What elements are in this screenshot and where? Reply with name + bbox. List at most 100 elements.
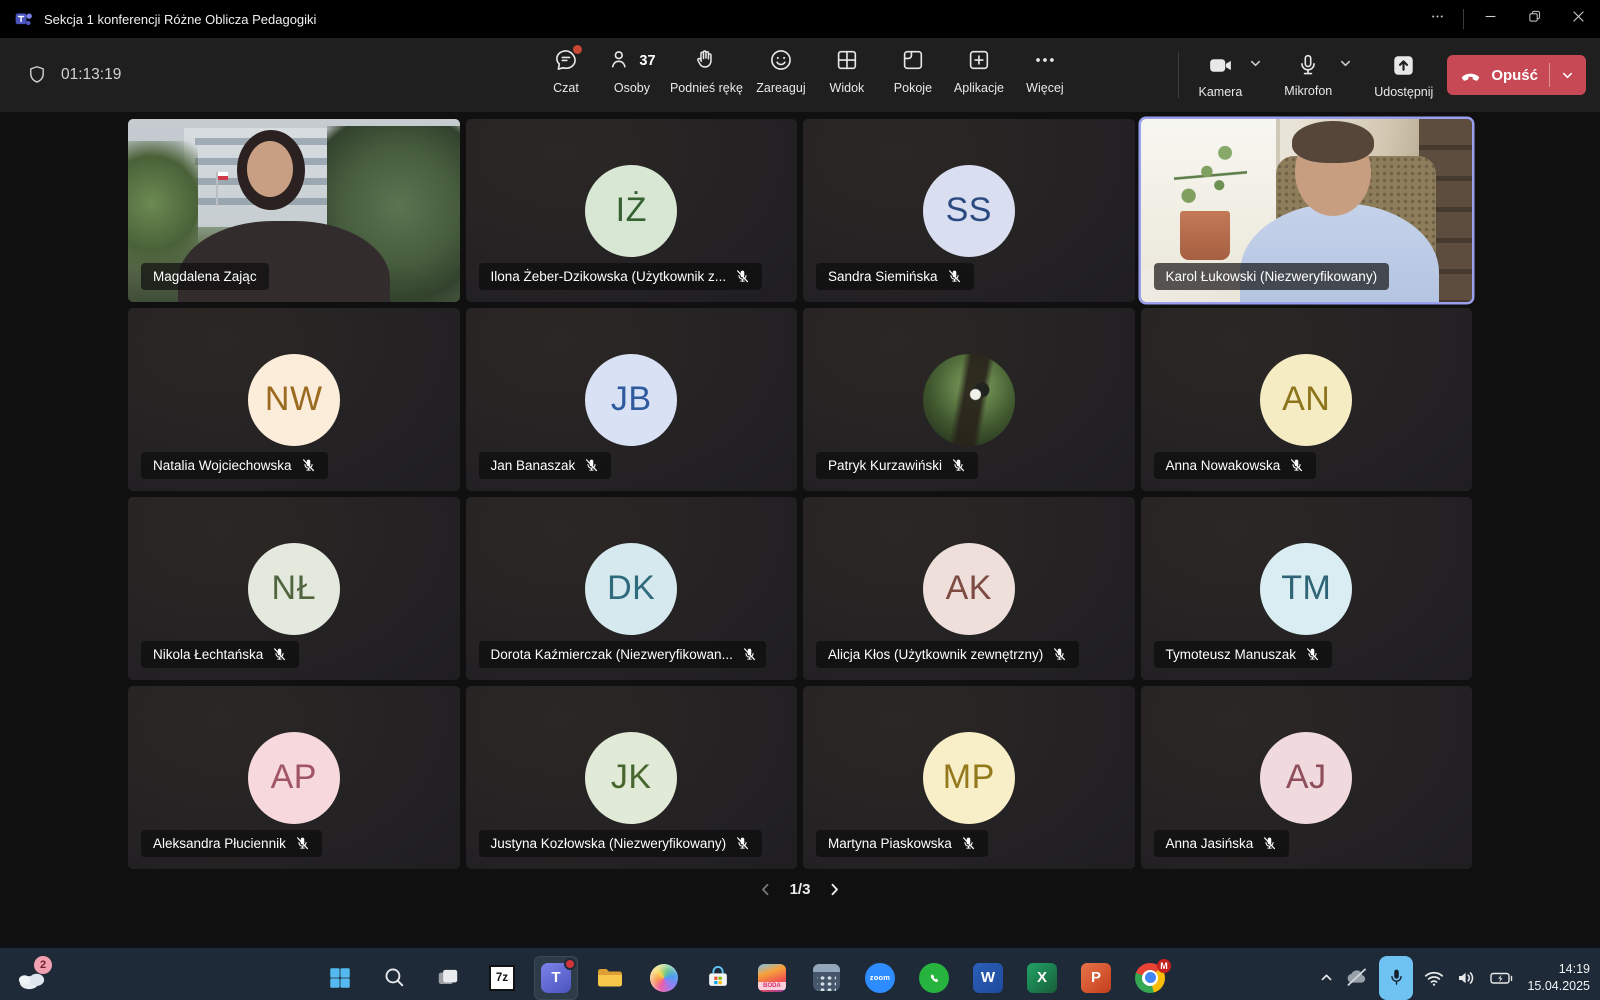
avatar: SS [923,165,1015,257]
camera-button[interactable]: Kamera [1199,52,1243,99]
taskbar-clock[interactable]: 14:19 15.04.2025 [1527,961,1590,994]
taskbar-app-calculator[interactable] [804,956,848,1000]
taskbar-app-copilot[interactable] [642,956,686,1000]
wifi-icon[interactable] [1422,966,1446,990]
share-button[interactable]: Udostępnij [1374,52,1433,99]
participant-tile[interactable]: NŁ Nikola Łechtańska [128,497,460,680]
meeting-stage: Magdalena Zając IŻ Ilona Żeber-Dzikowska… [0,119,1600,947]
previous-page-chevron-icon[interactable] [758,882,773,897]
participant-chip: Dorota Kaźmierczak (Niezweryfikowan... [479,641,767,668]
taskbar-app-start[interactable] [318,956,362,1000]
mic-off-icon [961,836,976,851]
avatar: JB [585,354,677,446]
participant-tile[interactable]: AN Anna Nowakowska [1141,308,1473,491]
mic-off-icon [735,836,750,851]
participant-tile[interactable]: Patryk Kurzawiński [803,308,1135,491]
toolbar-button-zareaguj[interactable]: Zareaguj [748,45,814,97]
avatar-initials: JB [611,380,652,419]
onedrive-offline-icon[interactable] [1343,964,1370,991]
participant-tile[interactable]: Magdalena Zając [128,119,460,302]
avatar-initials: AN [1282,380,1330,419]
participant-tile[interactable]: AJ Anna Jasińska [1141,686,1473,869]
taskbar-app-sevenzip[interactable]: 7z [480,956,524,1000]
participant-name: Natalia Wojciechowska [153,458,292,473]
participant-name: Sandra Siemińska [828,269,938,284]
windows-taskbar: 2 7zT BODA zoom WXPM 14:19 15.04.2025 [0,947,1600,1000]
toolbar-divider [1178,52,1179,98]
participant-tile[interactable]: AP Aleksandra Płuciennik [128,686,460,869]
participant-tile[interactable]: IŻ Ilona Żeber-Dzikowska (Użytkownik z..… [466,119,798,302]
participant-tile[interactable]: DK Dorota Kaźmierczak (Niezweryfikowan..… [466,497,798,680]
toolbar-button-osoby[interactable]: 37 Osoby [599,45,665,97]
next-page-chevron-icon[interactable] [827,882,842,897]
taskbar-app-word[interactable]: W [966,956,1010,1000]
taskbar-app-powerpoint[interactable]: P [1074,956,1118,1000]
participant-tile[interactable]: NW Natalia Wojciechowska [128,308,460,491]
avatar-initials: JK [611,758,652,797]
mic-off-icon [301,458,316,473]
leave-label: Opuść [1491,67,1538,84]
participant-tile[interactable]: AK Alicja Kłos (Użytkownik zewnętrzny) [803,497,1135,680]
mic-options-chevron-icon[interactable] [1339,57,1352,70]
taskbar-app-zoom[interactable]: zoom [858,956,902,1000]
leave-button[interactable]: Opuść [1447,55,1586,95]
participant-chip: Patryk Kurzawiński [816,452,978,479]
camera-options-chevron-icon[interactable] [1249,57,1262,70]
participant-chip: Martyna Piaskowska [816,830,988,857]
smiley-icon [768,47,794,76]
participant-tile[interactable]: Karol Łukowski (Niezweryfikowany) [1141,119,1473,302]
close-button[interactable] [1556,0,1600,38]
titlebar-more-button[interactable] [1415,0,1459,38]
window-titlebar: Sekcja 1 konferencji Różne Oblicza Pedag… [0,0,1600,38]
mic-off-icon [947,269,962,284]
minimize-button[interactable] [1468,0,1512,38]
mic-button[interactable]: Mikrofon [1284,52,1332,98]
mic-off-icon [1052,647,1067,662]
participant-tile[interactable]: TM Tymoteusz Manuszak [1141,497,1473,680]
taskbar-app-explorer[interactable] [588,956,632,1000]
participant-name: Alicja Kłos (Użytkownik zewnętrzny) [828,647,1043,662]
participant-tile[interactable]: JB Jan Banaszak [466,308,798,491]
taskbar-app-taskview[interactable] [426,956,470,1000]
participant-name: Aleksandra Płuciennik [153,836,286,851]
toolbar-button-widok[interactable]: Widok [814,45,880,97]
avatar: TM [1260,543,1352,635]
camera-icon [1207,52,1234,79]
toolbar-button-wiecej[interactable]: Więcej [1012,45,1078,97]
avatar-initials: IŻ [616,191,647,230]
toolbar-button-podnies-reke[interactable]: Podnieś rękę [665,45,748,97]
taskbar-app-search[interactable] [372,956,416,1000]
participant-name: Anna Jasińska [1166,836,1254,851]
taskbar-app-teams[interactable]: T [534,956,578,1000]
taskbar-app-excel[interactable]: X [1020,956,1064,1000]
avatar-initials: AP [271,758,317,797]
mic-active-indicator[interactable] [1379,956,1413,1000]
restore-button[interactable] [1512,0,1556,38]
volume-icon[interactable] [1455,966,1479,990]
leave-divider [1549,63,1550,87]
taskbar-app-whatsapp[interactable] [912,956,956,1000]
toolbar-button-aplikacje[interactable]: Aplikacje [946,45,1012,97]
participant-tile[interactable]: MP Martyna Piaskowska [803,686,1135,869]
taskbar-app-store[interactable] [696,956,740,1000]
avatar: AJ [1260,732,1352,824]
participant-tile[interactable]: SS Sandra Siemińska [803,119,1135,302]
battery-icon[interactable] [1488,966,1515,990]
participant-chip: Jan Banaszak [479,452,612,479]
weather-widget[interactable]: 2 [14,964,50,992]
participant-name: Nikola Łechtańska [153,647,263,662]
toolbar-button-czat[interactable]: Czat [533,45,599,97]
avatar: IŻ [585,165,677,257]
taskbar-app-candy[interactable]: BODA [750,956,794,1000]
more-icon [1032,47,1058,76]
taskbar-app-chrome[interactable]: M [1128,956,1172,1000]
clock-date: 15.04.2025 [1527,978,1590,994]
tray-expand-chevron-icon[interactable] [1319,970,1334,985]
leave-options-chevron-icon[interactable] [1561,69,1574,82]
people-count: 37 [639,53,655,69]
avatar: JK [585,732,677,824]
toolbar-button-pokoje[interactable]: Pokoje [880,45,946,97]
participant-tile[interactable]: JK Justyna Kozłowska (Niezweryfikowany) [466,686,798,869]
people-icon [608,47,634,76]
mic-off-icon [735,269,750,284]
